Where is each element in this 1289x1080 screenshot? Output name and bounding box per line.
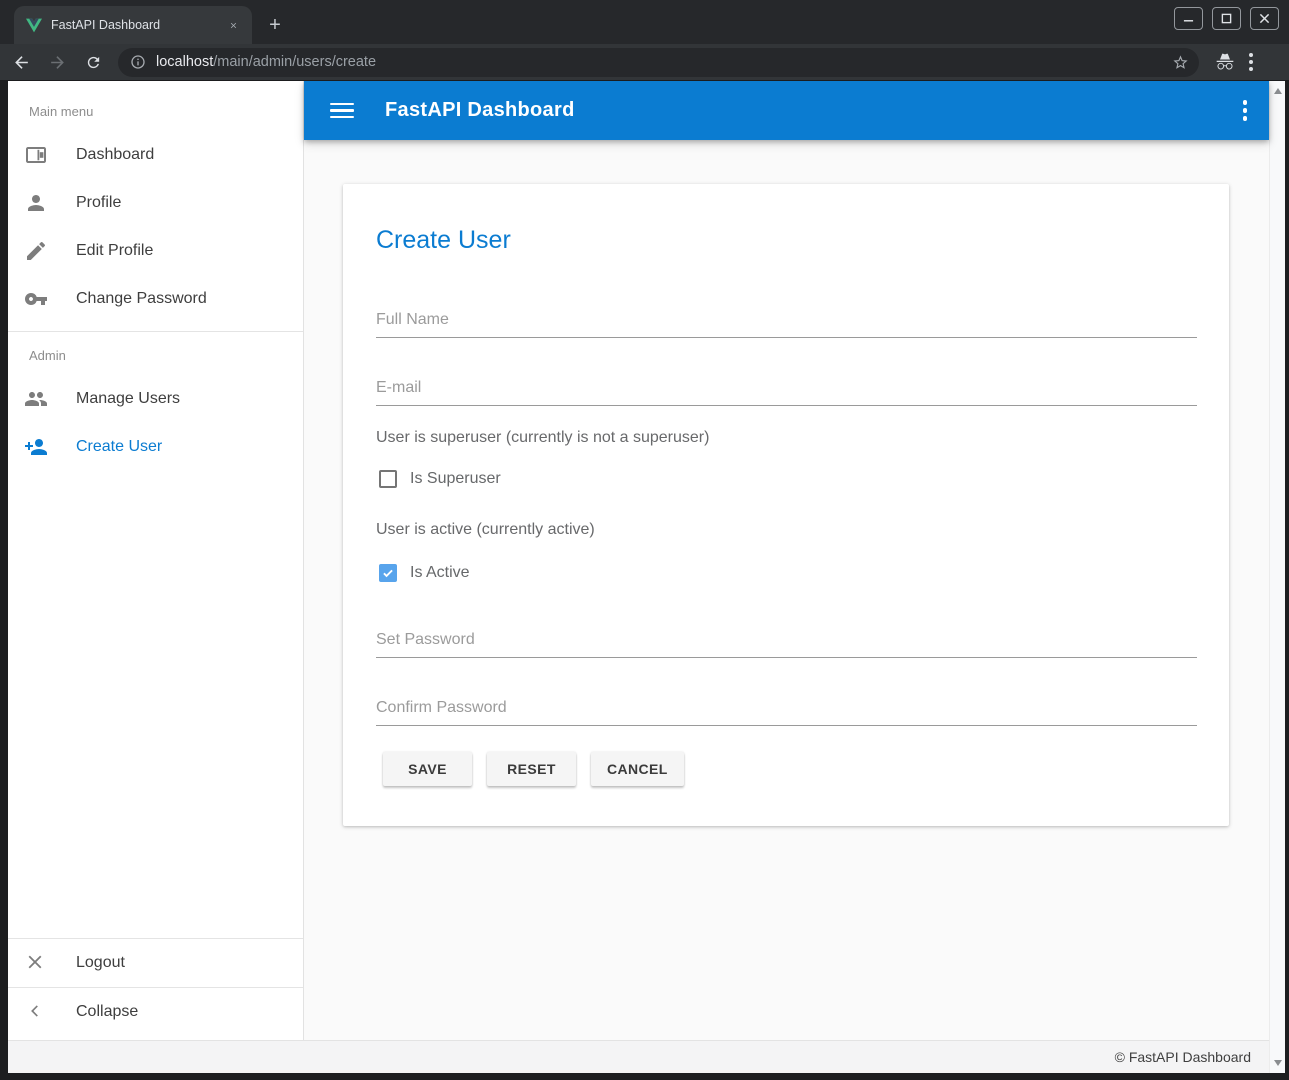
superuser-hint: User is superuser (currently is not a su… bbox=[376, 429, 709, 447]
sidebar-item-manage-users[interactable]: Manage Users bbox=[8, 375, 303, 423]
hamburger-menu-icon[interactable] bbox=[330, 99, 354, 123]
sidebar-item-profile[interactable]: Profile bbox=[8, 179, 303, 227]
scrollbar-up-icon[interactable] bbox=[1274, 88, 1282, 94]
is-superuser-checkbox[interactable]: Is Superuser bbox=[379, 470, 501, 488]
chevron-left-icon bbox=[24, 1000, 48, 1024]
back-icon[interactable] bbox=[6, 47, 36, 77]
person-icon bbox=[24, 191, 48, 215]
email-field[interactable]: E-mail bbox=[376, 373, 1197, 406]
set-password-placeholder: Set Password bbox=[376, 631, 475, 649]
email-placeholder: E-mail bbox=[376, 379, 421, 397]
window-maximize-button[interactable] bbox=[1212, 7, 1241, 30]
page-footer: © FastAPI Dashboard bbox=[8, 1040, 1269, 1073]
full-name-field[interactable]: Full Name bbox=[376, 305, 1197, 338]
window-minimize-button[interactable] bbox=[1174, 7, 1203, 30]
page-title: Create User bbox=[376, 226, 511, 255]
sidebar: Main menu Dashboard Profile Edit Profile… bbox=[8, 81, 304, 1040]
incognito-icon bbox=[1215, 52, 1235, 72]
browser-tabstrip: FastAPI Dashboard + bbox=[0, 0, 1289, 44]
sidebar-item-edit-profile[interactable]: Edit Profile bbox=[8, 227, 303, 275]
site-info-icon[interactable] bbox=[130, 54, 146, 70]
set-password-field[interactable]: Set Password bbox=[376, 625, 1197, 658]
reload-icon[interactable] bbox=[78, 47, 108, 77]
sidebar-section-admin: Admin bbox=[8, 332, 303, 375]
confirm-password-placeholder: Confirm Password bbox=[376, 699, 507, 717]
create-user-card: Create User Full Name E-mail User is sup… bbox=[343, 184, 1229, 826]
checkbox-checked-icon[interactable] bbox=[379, 564, 397, 582]
sidebar-item-change-password[interactable]: Change Password bbox=[8, 275, 303, 323]
main-content: Create User Full Name E-mail User is sup… bbox=[304, 140, 1269, 1040]
key-icon bbox=[24, 287, 48, 311]
sidebar-item-collapse[interactable]: Collapse bbox=[8, 988, 303, 1036]
scrollbar-down-icon[interactable] bbox=[1274, 1060, 1282, 1066]
confirm-password-field[interactable]: Confirm Password bbox=[376, 693, 1197, 726]
app-title: FastAPI Dashboard bbox=[385, 99, 575, 122]
browser-toolbar: localhost/main/admin/users/create bbox=[0, 44, 1289, 81]
appbar-menu-icon[interactable] bbox=[1243, 100, 1248, 121]
sidebar-item-dashboard[interactable]: Dashboard bbox=[8, 131, 303, 179]
window-close-button[interactable] bbox=[1250, 7, 1279, 30]
people-icon bbox=[24, 387, 48, 411]
close-icon bbox=[24, 951, 48, 975]
pencil-icon bbox=[24, 239, 48, 263]
is-active-checkbox[interactable]: Is Active bbox=[379, 564, 470, 582]
person-add-icon bbox=[24, 435, 48, 459]
browser-tab[interactable]: FastAPI Dashboard bbox=[14, 6, 252, 44]
tab-title: FastAPI Dashboard bbox=[51, 18, 224, 32]
page: Main menu Dashboard Profile Edit Profile… bbox=[8, 81, 1285, 1073]
cancel-button[interactable]: CANCEL bbox=[591, 752, 684, 786]
browser-menu-icon[interactable] bbox=[1249, 53, 1253, 71]
active-hint: User is active (currently active) bbox=[376, 521, 595, 539]
page-scrollbar[interactable] bbox=[1269, 81, 1285, 1073]
forward-icon[interactable] bbox=[42, 47, 72, 77]
new-tab-button[interactable]: + bbox=[262, 12, 288, 38]
sidebar-item-create-user[interactable]: Create User bbox=[8, 423, 303, 471]
copyright-text: © FastAPI Dashboard bbox=[1115, 1049, 1251, 1065]
sidebar-section-main-menu: Main menu bbox=[8, 81, 303, 131]
tab-close-icon[interactable] bbox=[224, 16, 242, 34]
sidebar-item-logout[interactable]: Logout bbox=[8, 939, 303, 987]
dashboard-icon bbox=[24, 143, 48, 167]
bookmark-star-icon[interactable] bbox=[1172, 54, 1189, 71]
full-name-placeholder: Full Name bbox=[376, 311, 449, 329]
url-bar[interactable]: localhost/main/admin/users/create bbox=[118, 48, 1199, 77]
vue-favicon-icon bbox=[26, 18, 42, 33]
app-bar: FastAPI Dashboard bbox=[304, 81, 1269, 140]
save-button[interactable]: SAVE bbox=[383, 752, 472, 786]
reset-button[interactable]: RESET bbox=[487, 752, 576, 786]
url-text: localhost/main/admin/users/create bbox=[156, 54, 376, 70]
checkbox-unchecked-icon[interactable] bbox=[379, 470, 397, 488]
